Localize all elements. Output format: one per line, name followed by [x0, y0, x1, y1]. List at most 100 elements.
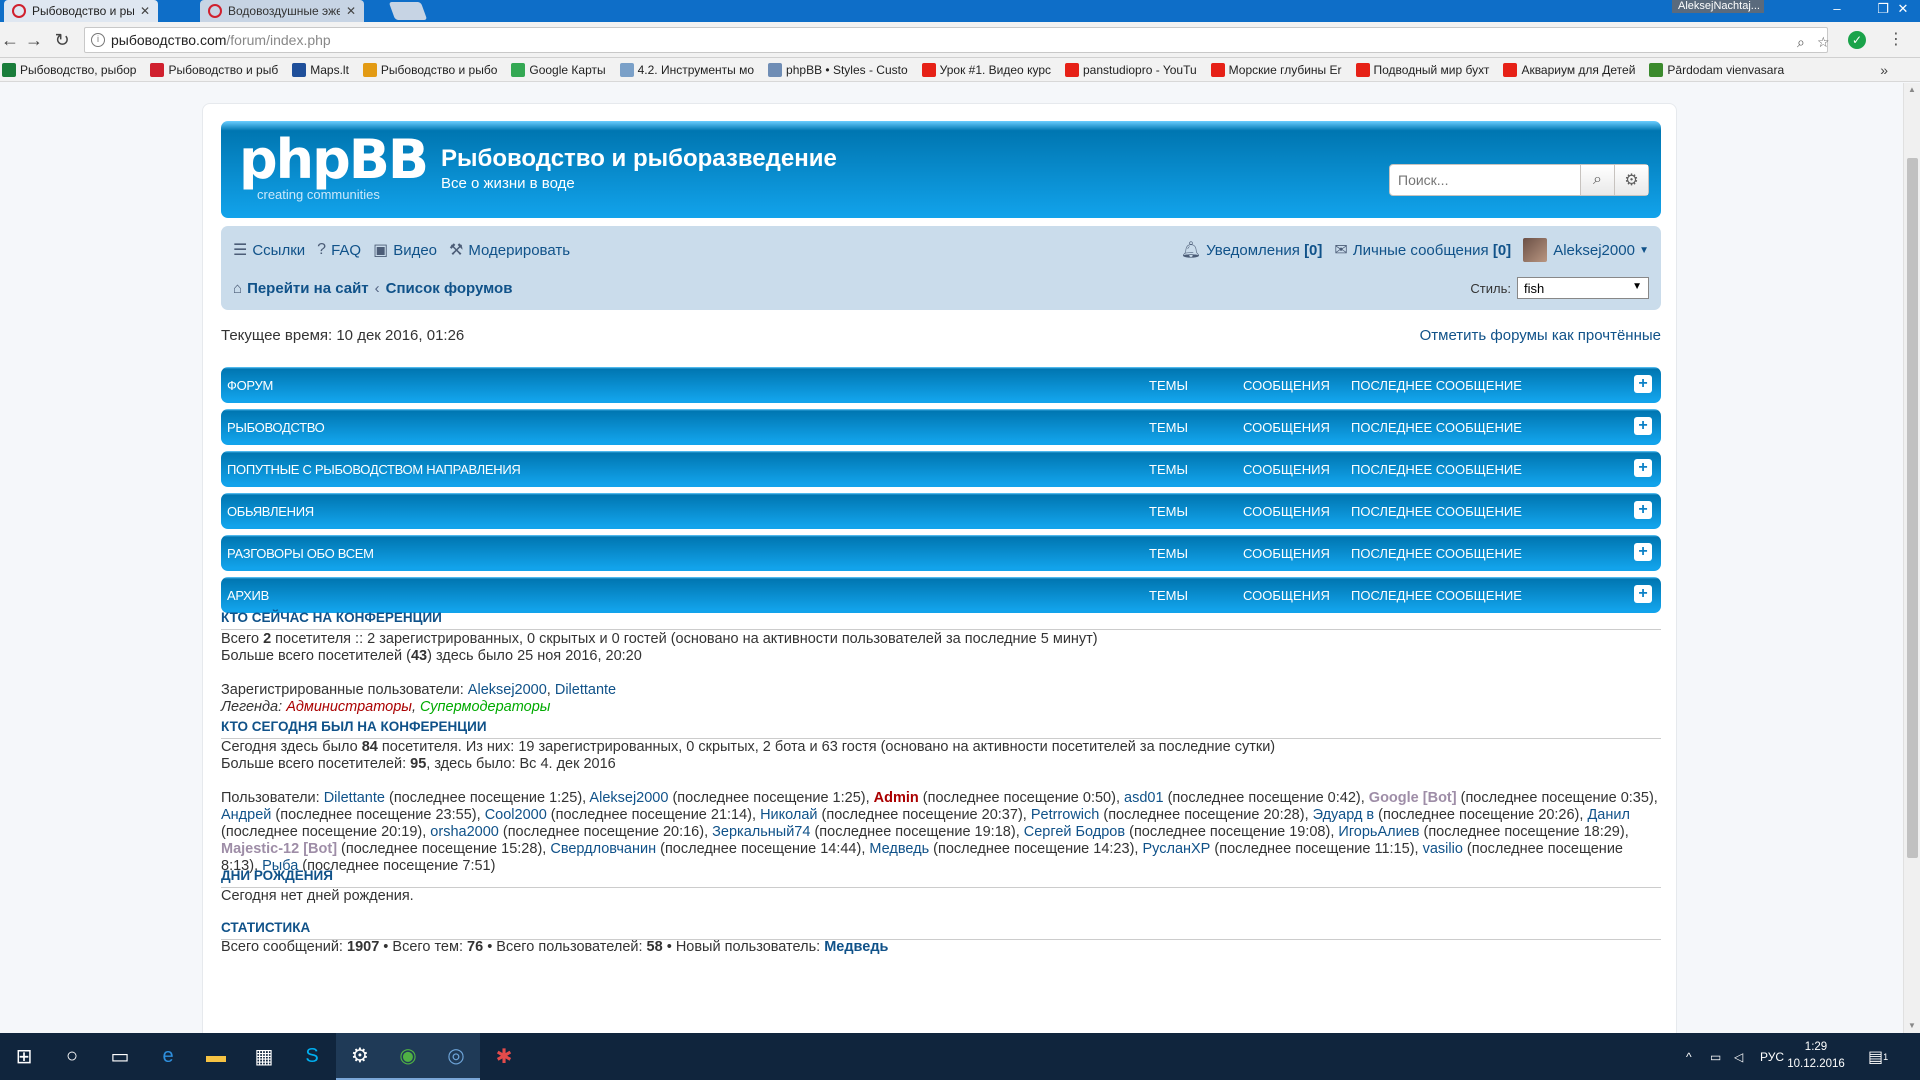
category-title[interactable]: Разговоры обо всем [227, 546, 374, 561]
user-link[interactable]: Majestic-12 [Bot] [221, 841, 337, 857]
bookmark-item[interactable]: Google Карты [511, 62, 606, 77]
breadcrumb-index[interactable]: Список форумов [386, 280, 513, 297]
profile-badge[interactable]: AleksejNachtaj... [1672, 0, 1764, 13]
legend-smods-link[interactable]: Супермодераторы [420, 699, 550, 715]
close-tab-icon[interactable]: ✕ [346, 4, 356, 18]
expand-category-icon[interactable]: + [1634, 459, 1652, 477]
user-link[interactable]: Эдуард в [1313, 807, 1374, 823]
user-link[interactable]: Свердловчанин [550, 841, 656, 857]
bookmark-item[interactable]: Аквариум для Детей [1503, 62, 1635, 77]
user-link[interactable]: РусланХР [1142, 841, 1210, 857]
user-menu[interactable]: Aleksej2000 ▼ [1523, 238, 1649, 262]
browser-menu-icon[interactable]: ⋮ [1888, 29, 1904, 49]
store-icon[interactable]: ▦ [240, 1033, 288, 1080]
bookmark-item[interactable]: Подводный мир бухт [1355, 62, 1489, 77]
user-link[interactable]: Admin [874, 790, 919, 806]
user-link[interactable]: vasilio [1423, 841, 1463, 857]
category-title[interactable]: Архив [227, 588, 269, 603]
restore-button[interactable] [1814, 0, 1860, 22]
search-input[interactable] [1390, 165, 1580, 195]
user-link[interactable]: Зеркальный74 [712, 824, 810, 840]
page-info-icon[interactable]: i [91, 33, 105, 47]
nav-item-links[interactable]: ☰ Ссылки [233, 240, 305, 260]
browser-tab[interactable]: Водовоздушные эжекто ✕ [200, 0, 364, 22]
volume-icon[interactable]: ◁ [1734, 1033, 1743, 1080]
edge-icon[interactable]: e [144, 1033, 192, 1080]
start-button[interactable]: ⊞ [0, 1033, 48, 1080]
breadcrumb-home[interactable]: Перейти на сайт [247, 280, 369, 297]
user-link[interactable]: Сергей Бодров [1024, 824, 1125, 840]
nav-item-moderate[interactable]: ⚒ Модерировать [449, 240, 570, 260]
newest-user-link[interactable]: Медведь [824, 939, 888, 955]
expand-category-icon[interactable]: + [1634, 543, 1652, 561]
bookmark-item[interactable]: Урок #1. Видео курс [921, 62, 1051, 77]
bookmark-item[interactable]: phpBB • Styles - Custo [768, 62, 908, 77]
user-link[interactable]: Dilettante [555, 682, 616, 698]
user-link[interactable]: Aleksej2000 [589, 790, 668, 806]
expand-category-icon[interactable]: + [1634, 375, 1652, 393]
extension-check-icon[interactable]: ✓ [1848, 31, 1866, 49]
user-link[interactable]: Petrrowich [1031, 807, 1100, 823]
user-link[interactable]: Данил [1587, 807, 1629, 823]
mark-forums-read-link[interactable]: Отметить форумы как прочтённые [1420, 327, 1661, 344]
search-button[interactable]: ⌕ [1580, 165, 1614, 195]
back-icon[interactable]: ← [0, 30, 20, 50]
scroll-down-icon[interactable]: ▼ [1908, 1021, 1916, 1030]
notifications-link[interactable]: 🔔︎ Уведомления [0] [1181, 240, 1323, 260]
skype-icon[interactable]: S [288, 1033, 336, 1080]
paint-icon[interactable]: ✱ [480, 1033, 528, 1080]
user-link[interactable]: orsha2000 [430, 824, 499, 840]
scroll-thumb[interactable] [1907, 158, 1918, 858]
style-select[interactable]: fish ▼ [1517, 277, 1649, 299]
app-taskbar-icon[interactable]: ⚙ [336, 1033, 384, 1080]
search-taskbar-icon[interactable]: ○ [48, 1033, 96, 1080]
bookmark-item[interactable]: Рыбоводство и рыбо [362, 62, 497, 77]
bookmark-star-icon[interactable]: ☆ [1817, 34, 1830, 51]
file-explorer-icon[interactable]: ▬ [192, 1033, 240, 1080]
bookmarks-overflow-icon[interactable]: » [1880, 62, 1888, 78]
taskbar-clock[interactable]: 1:29 10.12.2016 [1786, 1039, 1846, 1073]
nav-item-video[interactable]: ▣ Видео [373, 240, 437, 260]
user-link[interactable]: Cool2000 [485, 807, 547, 823]
nav-item-faq[interactable]: ? FAQ [317, 241, 361, 259]
expand-category-icon[interactable]: + [1634, 585, 1652, 603]
task-view-icon[interactable]: ▭ [96, 1033, 144, 1080]
scroll-up-icon[interactable]: ▲ [1908, 85, 1916, 94]
page-scrollbar[interactable]: ▲ ▼ [1903, 83, 1920, 1033]
action-center-icon[interactable]: ▤ 1 [1868, 1033, 1888, 1080]
forward-icon[interactable]: → [24, 30, 44, 50]
private-messages-link[interactable]: ✉ Личные сообщения [0] [1334, 240, 1511, 260]
user-link[interactable]: Медведь [869, 841, 929, 857]
network-icon[interactable]: ▭ [1710, 1033, 1721, 1080]
online-heading[interactable]: Кто сейчас на конференции [221, 610, 1661, 630]
tray-expand-icon[interactable]: ^ [1686, 1033, 1692, 1080]
advanced-search-button[interactable]: ⚙ [1614, 165, 1648, 195]
category-title[interactable]: Форум [227, 378, 273, 393]
bookmark-item[interactable]: Pārdodam vienvasara [1649, 62, 1784, 77]
close-window-icon[interactable]: ✕ [1880, 0, 1920, 22]
reload-icon[interactable]: ↻ [52, 30, 72, 50]
close-tab-icon[interactable]: ✕ [140, 4, 150, 18]
chrome-icon[interactable]: ◉ [384, 1033, 432, 1080]
category-title[interactable]: Попутные с рыбоводством направления [227, 462, 521, 477]
legend-admins-link[interactable]: Администраторы [286, 699, 412, 715]
user-link[interactable]: Андрей [221, 807, 271, 823]
user-link[interactable]: asd01 [1124, 790, 1164, 806]
new-tab-button[interactable] [388, 2, 428, 20]
category-title[interactable]: Рыбоводство [227, 420, 325, 435]
bookmark-item[interactable]: 4.2. Инструменты мо [619, 62, 754, 77]
phpbb-logo[interactable]: phpBB ® creating communities [239, 133, 429, 205]
category-title[interactable]: Обьявления [227, 504, 314, 519]
user-link[interactable]: Aleksej2000 [468, 682, 547, 698]
site-title[interactable]: Рыбоводство и рыборазведение [441, 145, 837, 173]
user-link[interactable]: Dilettante [324, 790, 385, 806]
expand-category-icon[interactable]: + [1634, 417, 1652, 435]
expand-category-icon[interactable]: + [1634, 501, 1652, 519]
user-link[interactable]: ИгорьАлиев [1338, 824, 1419, 840]
bookmark-item[interactable]: panstudiopro - YouTu [1065, 62, 1197, 77]
zoom-icon[interactable]: ⌕ [1797, 34, 1805, 51]
user-link[interactable]: Google [Bot] [1369, 790, 1457, 806]
app-taskbar-icon-2[interactable]: ◎ [432, 1033, 480, 1080]
bookmark-item[interactable]: Рыбоводство, рыбор [2, 62, 136, 77]
language-indicator[interactable]: РУС [1760, 1033, 1784, 1080]
